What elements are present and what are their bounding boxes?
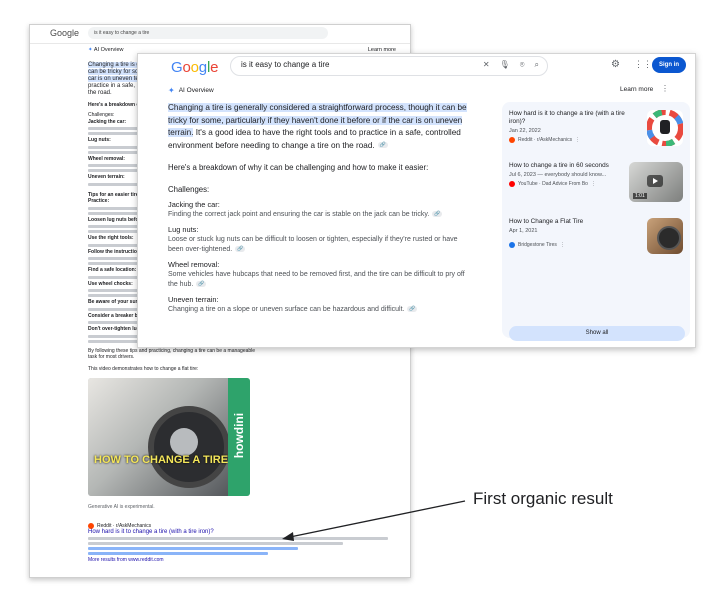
annotation-label: First organic result [473, 489, 613, 508]
annotation-arrow [282, 500, 466, 541]
